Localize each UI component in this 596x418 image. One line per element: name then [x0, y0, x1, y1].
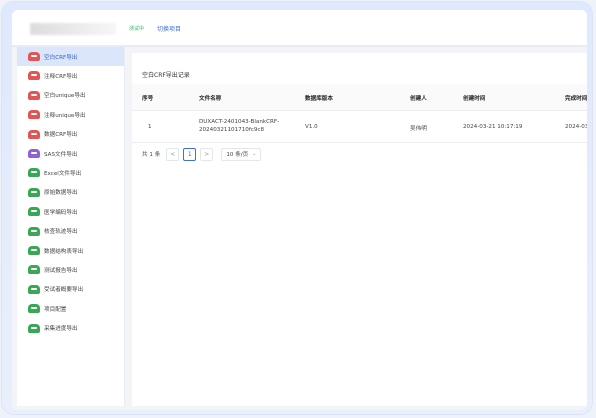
- crf-file-icon: [28, 90, 40, 100]
- sidebar-item-label: 原始数据导出: [44, 190, 78, 197]
- file-name-line-1: DUXACT-2401043-BlankCRF-: [199, 119, 280, 125]
- next-page-button[interactable]: >: [200, 147, 214, 161]
- column-header-completed-time: 完成时间: [565, 96, 587, 102]
- section-title: 空白CRF导出记录: [142, 72, 190, 79]
- sidebar-item[interactable]: 医学编码导出: [17, 202, 124, 221]
- environment-tag: 测试中: [129, 26, 145, 32]
- sidebar-item-label: 项目配置: [44, 306, 67, 313]
- switch-project-link[interactable]: 切换项目: [157, 24, 181, 33]
- sidebar-item[interactable]: 采集进度导出: [17, 319, 124, 338]
- sidebar-item-label: SAS文件导出: [44, 151, 78, 158]
- excel-file-icon: [28, 265, 40, 275]
- sidebar-item-label: 空白CRF导出: [44, 54, 78, 61]
- pagination-total: 共 1 条: [142, 152, 161, 158]
- pagination: 共 1 条 < 1 > 10 条/页 ⌄: [142, 147, 262, 161]
- excel-file-icon: [28, 207, 40, 217]
- page-1-button[interactable]: 1: [183, 147, 197, 161]
- excel-file-icon: [28, 284, 40, 294]
- excel-file-icon: [28, 304, 40, 314]
- crf-file-icon: [28, 52, 40, 61]
- crf-file-icon: [28, 71, 40, 81]
- table-row[interactable]: 1 DUXACT-2401043-BlankCRF- 2024032110171…: [132, 110, 587, 143]
- sidebar-item[interactable]: 项目配置: [17, 299, 124, 318]
- sidebar-item[interactable]: 核查轨迹导出: [17, 222, 124, 241]
- sidebar-item[interactable]: 原始数据导出: [17, 183, 124, 202]
- sidebar-item-label: 医学编码导出: [44, 209, 78, 216]
- cell-index: 1: [148, 124, 152, 130]
- sidebar-item-label: 注释CRF导出: [44, 73, 78, 80]
- prev-page-button[interactable]: <: [166, 147, 180, 161]
- blurred-project-title: [30, 23, 116, 35]
- sidebar-item-label: 空白unique导出: [44, 93, 86, 100]
- crf-file-icon: [28, 129, 40, 139]
- excel-file-icon: [28, 168, 40, 178]
- sidebar-item-label: 数据CRF导出: [44, 132, 78, 139]
- sidebar-item-label: 受试者概要导出: [44, 287, 84, 294]
- sidebar-item[interactable]: 测试报告导出: [17, 260, 124, 279]
- sidebar-item[interactable]: 空白CRF导出: [17, 47, 124, 66]
- column-header-created-time: 创建时间: [463, 96, 486, 102]
- app-window: 测试中 切换项目 空白CRF导出 注释CRF导出空白unique导出 注释uniqu…: [12, 10, 587, 410]
- sidebar-item[interactable]: Excel文件导出: [17, 163, 124, 182]
- sidebar-item-label: 采集进度导出: [44, 326, 78, 333]
- crf-file-icon: [28, 110, 40, 120]
- main-content: 空白CRF导出记录 序号 文件名称 数据库版本 创建人 创建时间 完成时间 1 …: [132, 53, 587, 406]
- top-bar: 测试中 切换项目: [12, 10, 587, 47]
- excel-file-icon: [28, 187, 40, 197]
- excel-file-icon: [28, 226, 40, 236]
- sidebar-item-label: 数据结构表导出: [44, 248, 84, 255]
- sidebar: 空白CRF导出 注释CRF导出空白unique导出 注释unique导出 数据CRF导…: [17, 47, 125, 406]
- column-header-file-name: 文件名称: [199, 96, 222, 102]
- excel-file-icon: [28, 323, 40, 333]
- sidebar-item[interactable]: 数据CRF导出: [17, 125, 124, 144]
- chevron-down-icon: ⌄: [252, 151, 257, 157]
- cell-created-time: 2024-03-21 10:17:19: [463, 124, 523, 130]
- column-header-index: 序号: [142, 96, 154, 102]
- cell-file-name[interactable]: DUXACT-2401043-BlankCRF- 20240321101710f…: [199, 118, 279, 134]
- sidebar-item[interactable]: SAS文件导出: [17, 144, 124, 163]
- cell-creator: 吴伟明: [410, 126, 427, 132]
- sidebar-item-label: 测试报告导出: [44, 267, 78, 274]
- sidebar-item[interactable]: 注释CRF导出: [17, 66, 124, 85]
- sidebar-item[interactable]: 受试者概要导出: [17, 280, 124, 299]
- table-header: 序号 文件名称 数据库版本 创建人 创建时间 完成时间: [132, 84, 587, 111]
- column-header-db-version: 数据库版本: [305, 96, 333, 102]
- page-size-value: 10 条/页: [226, 152, 249, 158]
- sidebar-item[interactable]: 注释unique导出: [17, 105, 124, 124]
- sidebar-item-label: 注释unique导出: [44, 112, 86, 119]
- sas-file-icon: [28, 149, 40, 158]
- excel-file-icon: [28, 246, 40, 255]
- sidebar-item-label: 核查轨迹导出: [44, 229, 78, 236]
- sidebar-item-label: Excel文件导出: [44, 170, 82, 177]
- page-size-select[interactable]: 10 条/页 ⌄: [221, 147, 262, 161]
- column-header-creator: 创建人: [410, 96, 427, 102]
- sidebar-item[interactable]: 空白unique导出: [17, 86, 124, 105]
- sidebar-item[interactable]: 数据结构表导出: [17, 241, 124, 260]
- file-name-line-2: 20240321101710fc9c8: [199, 127, 265, 133]
- cell-completed-time: 2024-03-2: [565, 124, 587, 130]
- cell-db-version: V1.0: [305, 124, 318, 130]
- app-frame: 测试中 切换项目 空白CRF导出 注释CRF导出空白unique导出 注释uniqu…: [2, 2, 592, 414]
